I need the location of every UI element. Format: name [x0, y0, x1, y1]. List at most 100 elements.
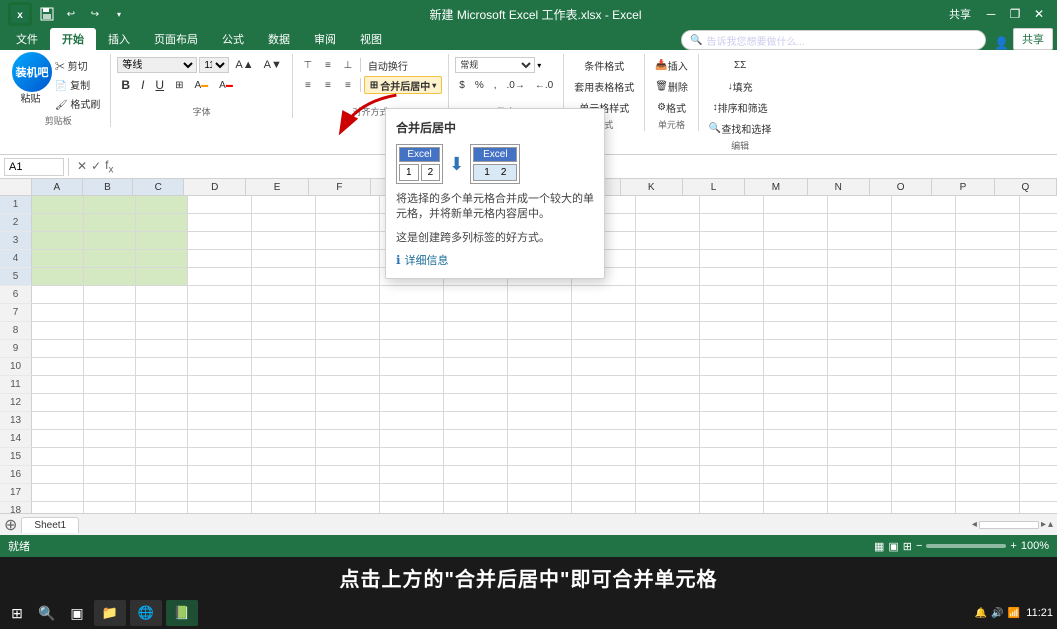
grid-cell[interactable]	[316, 304, 380, 322]
grid-cell[interactable]	[508, 322, 572, 340]
grid-cell[interactable]	[188, 304, 252, 322]
grid-cell[interactable]	[380, 394, 444, 412]
grid-cell[interactable]	[316, 214, 380, 232]
delete-cells-button[interactable]: 🗑 删除	[651, 77, 692, 95]
row-number[interactable]: 11	[0, 376, 32, 394]
top-align[interactable]: ⊤	[299, 57, 317, 73]
grid-cell[interactable]	[380, 322, 444, 340]
tab-view[interactable]: 视图	[348, 28, 394, 50]
grid-cell[interactable]	[188, 232, 252, 250]
tooltip-link[interactable]: ℹ 详细信息	[396, 252, 594, 268]
row-number[interactable]: 8	[0, 322, 32, 340]
grid-cell[interactable]	[700, 268, 764, 286]
grid-cell[interactable]	[252, 286, 316, 304]
grid-cell[interactable]	[956, 196, 1020, 214]
grid-cell[interactable]	[956, 322, 1020, 340]
h-scroll-right[interactable]: ▸	[1041, 519, 1046, 530]
grid-cell[interactable]	[700, 340, 764, 358]
confirm-formula-icon[interactable]: ✓	[91, 159, 101, 173]
grid-cell[interactable]	[316, 286, 380, 304]
grid-cell[interactable]	[136, 484, 188, 502]
grid-cell[interactable]	[136, 196, 188, 214]
grid-cell[interactable]	[380, 358, 444, 376]
grid-cell[interactable]	[956, 268, 1020, 286]
grid-cell[interactable]	[188, 322, 252, 340]
grid-cell[interactable]	[828, 250, 892, 268]
grid-cell[interactable]	[956, 466, 1020, 484]
grid-cell[interactable]	[508, 340, 572, 358]
row-number[interactable]: 15	[0, 448, 32, 466]
grid-cell[interactable]	[316, 268, 380, 286]
grid-cell[interactable]	[32, 448, 84, 466]
tab-insert[interactable]: 插入	[96, 28, 142, 50]
grid-cell[interactable]	[1020, 358, 1057, 376]
grid-cell[interactable]	[188, 466, 252, 484]
row-number[interactable]: 7	[0, 304, 32, 322]
grid-cell[interactable]	[84, 304, 136, 322]
grid-cell[interactable]	[1020, 286, 1057, 304]
grid-cell[interactable]	[508, 466, 572, 484]
grid-cell[interactable]	[32, 484, 84, 502]
grid-cell[interactable]	[32, 196, 84, 214]
h-scroll-left[interactable]: ◂	[972, 519, 977, 530]
decrease-font[interactable]: A▼	[260, 56, 286, 74]
grid-cell[interactable]	[188, 196, 252, 214]
sum-button[interactable]: Σ Σ	[730, 56, 750, 74]
grid-cell[interactable]	[956, 358, 1020, 376]
add-sheet-button[interactable]: ⊕	[0, 515, 21, 535]
comma-button[interactable]: ,	[490, 76, 501, 94]
grid-cell[interactable]	[252, 484, 316, 502]
grid-cell[interactable]	[252, 376, 316, 394]
start-button[interactable]: ⊞	[4, 600, 30, 626]
grid-cell[interactable]	[700, 376, 764, 394]
qat-save[interactable]	[38, 5, 56, 23]
zoom-out[interactable]: −	[916, 540, 922, 552]
grid-cell[interactable]	[316, 502, 380, 513]
grid-cell[interactable]	[508, 394, 572, 412]
network-icon[interactable]: 📶	[1008, 608, 1020, 619]
grid-cell[interactable]	[316, 250, 380, 268]
col-header-p[interactable]: P	[932, 179, 994, 195]
grid-cell[interactable]	[188, 502, 252, 513]
grid-cell[interactable]	[828, 232, 892, 250]
grid-cell[interactable]	[84, 394, 136, 412]
grid-cell[interactable]	[764, 502, 828, 513]
grid-cell[interactable]	[252, 232, 316, 250]
grid-cell[interactable]	[32, 430, 84, 448]
grid-cell[interactable]	[252, 430, 316, 448]
col-header-a[interactable]: A	[32, 179, 83, 195]
grid-cell[interactable]	[764, 286, 828, 304]
grid-cell[interactable]	[316, 412, 380, 430]
cell-styles-button[interactable]: 套用表格格式	[570, 77, 638, 95]
grid-cell[interactable]	[956, 250, 1020, 268]
grid-cell[interactable]	[828, 358, 892, 376]
grid-cell[interactable]	[444, 322, 508, 340]
percent-button[interactable]: %	[471, 76, 488, 94]
grid-cell[interactable]	[636, 394, 700, 412]
grid-cell[interactable]	[188, 376, 252, 394]
grid-cell[interactable]	[444, 484, 508, 502]
row-number[interactable]: 2	[0, 214, 32, 232]
grid-cell[interactable]	[136, 214, 188, 232]
right-align[interactable]: ≡	[339, 77, 357, 93]
grid-cell[interactable]	[188, 250, 252, 268]
grid-cell[interactable]	[700, 304, 764, 322]
window-minimize[interactable]: ─	[981, 5, 1001, 23]
volume-icon[interactable]: 🔊	[991, 608, 1003, 619]
grid-cell[interactable]	[572, 430, 636, 448]
grid-cell[interactable]	[32, 232, 84, 250]
grid-cell[interactable]	[136, 466, 188, 484]
file-explorer[interactable]: 📁	[94, 600, 126, 626]
grid-cell[interactable]	[84, 412, 136, 430]
grid-cell[interactable]	[892, 286, 956, 304]
col-header-m[interactable]: M	[745, 179, 807, 195]
row-number[interactable]: 10	[0, 358, 32, 376]
ribbon-search[interactable]: 🔍 告诉我您想要做什么...	[681, 30, 986, 50]
grid-cell[interactable]	[956, 376, 1020, 394]
conditional-format-button[interactable]: 条件格式	[580, 56, 628, 74]
fill-button[interactable]: ↓ 填充	[724, 77, 757, 95]
grid-cell[interactable]	[444, 466, 508, 484]
grid-cell[interactable]	[84, 502, 136, 513]
grid-cell[interactable]	[188, 412, 252, 430]
grid-cell[interactable]	[956, 430, 1020, 448]
